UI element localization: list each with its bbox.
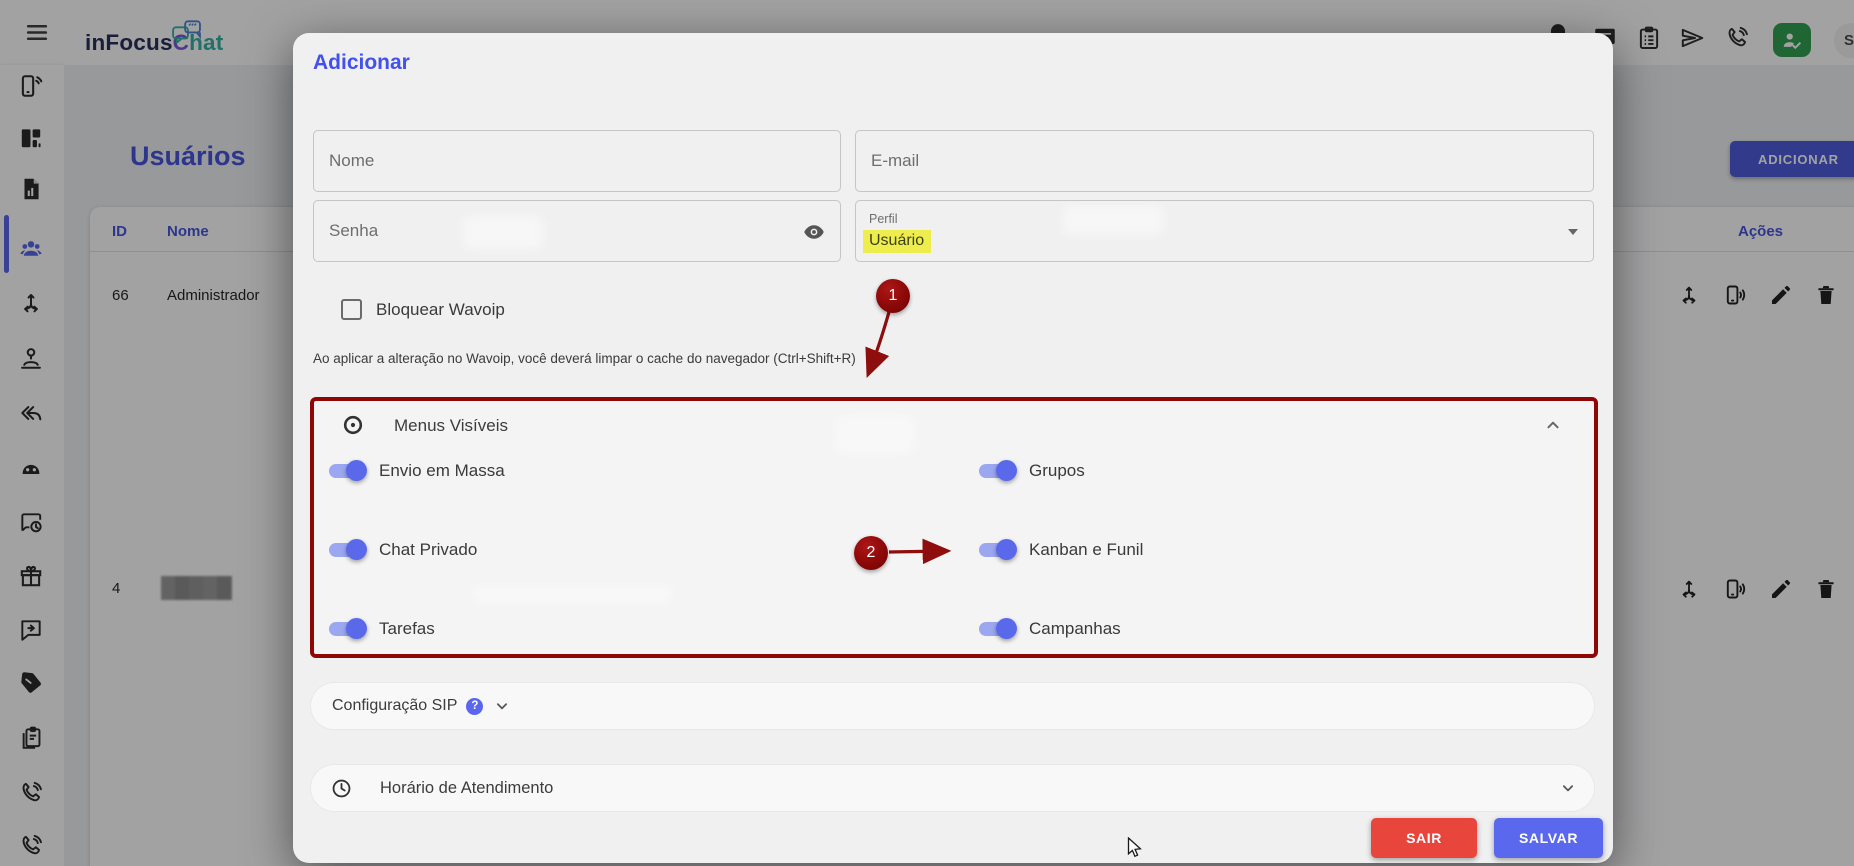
- toggle-grupos: Grupos: [979, 431, 1594, 510]
- visible-menus-section: Menus Visíveis Envio em Massa Grupos Cha…: [310, 397, 1598, 658]
- toggle-switch[interactable]: [329, 464, 365, 478]
- dropdown-arrow-icon: [1568, 229, 1578, 240]
- toggle-label: Kanban e Funil: [1029, 540, 1143, 560]
- toggle-switch[interactable]: [979, 543, 1015, 557]
- toggle-label: Chat Privado: [379, 540, 477, 560]
- toggle-switch[interactable]: [979, 464, 1015, 478]
- profile-selected-value: Usuário: [863, 230, 931, 253]
- profile-select[interactable]: Perfil Usuário: [855, 200, 1594, 262]
- modal-title: Adicionar: [313, 51, 410, 75]
- toggle-label: Campanhas: [1029, 619, 1121, 639]
- help-icon[interactable]: ?: [466, 698, 483, 715]
- exit-button[interactable]: SAIR: [1371, 818, 1477, 858]
- add-user-modal: Adicionar Perfil Usuário Bloquear Wavoip…: [293, 33, 1613, 863]
- show-password-eye-icon[interactable]: [802, 220, 826, 244]
- toggle-switch[interactable]: [329, 622, 365, 636]
- toggle-label: Grupos: [1029, 461, 1085, 481]
- wavoip-helper-text: Ao aplicar a alteração no Wavoip, você d…: [313, 351, 856, 366]
- menus-toggle-grid: Envio em Massa Grupos Chat Privado Kanba…: [314, 431, 1594, 668]
- toggle-campanhas: Campanhas: [979, 589, 1594, 668]
- block-wavoip-label: Bloquear Wavoip: [376, 300, 505, 320]
- chevron-down-icon[interactable]: [492, 696, 512, 716]
- block-wavoip-checkbox[interactable]: [341, 299, 362, 320]
- name-field: [313, 130, 841, 192]
- profile-label: Perfil: [869, 212, 897, 226]
- toggle-switch[interactable]: [329, 543, 365, 557]
- email-field: [855, 130, 1594, 192]
- toggle-switch[interactable]: [979, 622, 1015, 636]
- name-input[interactable]: [314, 131, 840, 191]
- service-hours-label: Horário de Atendimento: [380, 779, 553, 798]
- toggle-kanban-e-funil: Kanban e Funil: [979, 510, 1594, 589]
- sip-config-label: Configuração SIP: [332, 697, 457, 715]
- service-hours-section[interactable]: Horário de Atendimento: [311, 765, 1594, 811]
- email-input[interactable]: [856, 131, 1593, 191]
- sip-config-section[interactable]: Configuração SIP ?: [311, 683, 1594, 729]
- toggle-envio-em-massa: Envio em Massa: [329, 431, 979, 510]
- save-button[interactable]: SALVAR: [1494, 818, 1603, 858]
- toggle-label: Envio em Massa: [379, 461, 505, 481]
- toggle-label: Tarefas: [379, 619, 435, 639]
- clock-icon: [330, 777, 353, 800]
- password-field: [313, 200, 841, 262]
- chevron-down-icon[interactable]: [1558, 778, 1578, 798]
- password-input[interactable]: [314, 201, 840, 261]
- toggle-chat-privado: Chat Privado: [329, 510, 979, 589]
- toggle-tarefas: Tarefas: [329, 589, 979, 668]
